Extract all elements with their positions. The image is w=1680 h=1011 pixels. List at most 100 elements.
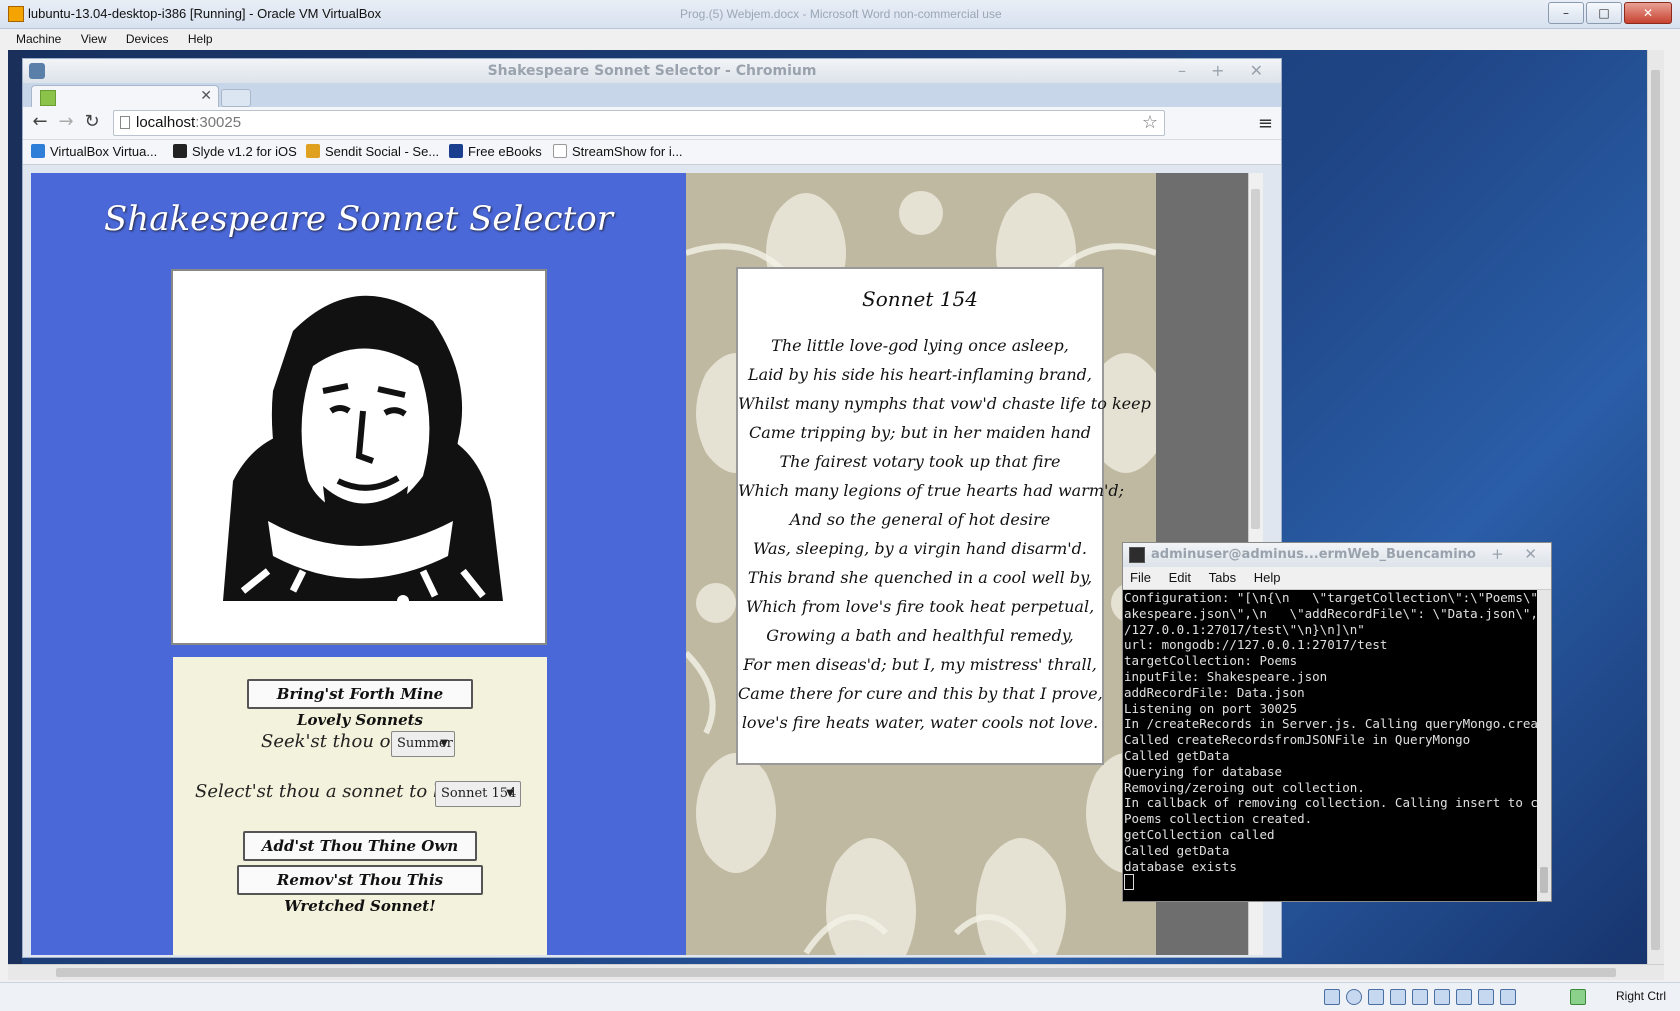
terminal-line: Removing/zeroing out collection.: [1124, 779, 1365, 795]
url-host: localhost: [136, 114, 196, 131]
terminal-line: Poems collection created.: [1124, 811, 1313, 827]
back-arrow-icon[interactable]: ←: [29, 111, 51, 133]
sonnet-line: Laid by his side his heart-inflaming bra…: [748, 365, 1092, 384]
chevron-down-icon: ▼: [506, 788, 514, 799]
terminal-menu-tabs[interactable]: Tabs: [1202, 567, 1243, 588]
ebooks-bookmark-icon: [449, 144, 463, 158]
bookmark-star-icon[interactable]: ☆: [1142, 112, 1158, 133]
chromium-titlebar: Shakespeare Sonnet Selector - Chromium –…: [23, 59, 1281, 83]
terminal-window[interactable]: adminuser@adminus...ermWeb_Buencamino – …: [1122, 542, 1552, 902]
chromium-window-controls[interactable]: – + ✕: [1178, 61, 1273, 80]
terminal-menubar: File Edit Tabs Help: [1123, 567, 1551, 590]
terminal-line: Called getData: [1124, 747, 1230, 763]
virtualbox-app-icon: [8, 6, 24, 22]
bring-sonnets-button[interactable]: Bring'st Forth Mine Lovely Sonnets: [247, 679, 473, 729]
sonnet-line: Came there for cure and this by that I p…: [738, 684, 1103, 703]
page-scrollbar-thumb[interactable]: [1251, 189, 1260, 529]
tab-strip: ✕: [23, 83, 1281, 108]
maximize-button[interactable]: □: [1586, 2, 1622, 24]
video-capture-icon[interactable]: [1456, 989, 1472, 1005]
browser-toolbar: ← → ↻ localhost:30025 ☆ ≡: [23, 107, 1281, 140]
network-icon[interactable]: [1390, 989, 1406, 1005]
chromium-title: Shakespeare Sonnet Selector - Chromium: [487, 63, 817, 79]
terminal-scrollbar[interactable]: [1537, 590, 1551, 901]
virtualbox-statusbar: Right Ctrl: [0, 982, 1680, 1011]
terminal-menu-help[interactable]: Help: [1247, 567, 1288, 588]
terminal-line: /127.0.0.1:27017/test\"\n}\n]\n": [1124, 621, 1365, 637]
host-key-label: Right Ctrl: [1615, 989, 1666, 1003]
guest-vertical-scrollbar[interactable]: [1647, 50, 1664, 966]
bookmark-virtualbox[interactable]: VirtualBox Virtua...: [31, 144, 157, 159]
sonnet-title: Sonnet 154: [862, 287, 978, 311]
forward-arrow-icon[interactable]: →: [55, 111, 77, 133]
terminal-title: adminuser@adminus...ermWeb_Buencamino: [1151, 547, 1476, 562]
terminal-line: Called getData: [1124, 842, 1230, 858]
shakespeare-portrait-image: [171, 269, 547, 645]
terminal-prompt[interactable]: [1124, 874, 1537, 891]
terminal-window-controls[interactable]: – + ✕: [1463, 545, 1545, 563]
chrome-menu-icon[interactable]: ≡: [1258, 113, 1273, 134]
document-bookmark-icon: [553, 144, 567, 158]
sonnet-line: love's fire heats water, water cools not…: [741, 713, 1099, 732]
sonnet-line: Was, sleeping, by a virgin hand disarm'd…: [753, 539, 1087, 558]
terminal-titlebar: adminuser@adminus...ermWeb_Buencamino – …: [1123, 543, 1551, 567]
display-icon[interactable]: [1434, 989, 1450, 1005]
guest-display[interactable]: Shakespeare Sonnet Selector - Chromium –…: [8, 50, 1664, 980]
menu-devices[interactable]: Devices: [118, 29, 177, 49]
page-icon: [120, 116, 130, 129]
shared-folders-icon[interactable]: [1412, 989, 1428, 1005]
terminal-line: In /createRecords in Server.js. Calling …: [1124, 716, 1537, 732]
sonnet-select[interactable]: Sonnet 154 ▼: [435, 781, 521, 807]
tab-close-icon[interactable]: ✕: [200, 88, 212, 104]
terminal-app-icon: [1129, 547, 1145, 563]
menu-view[interactable]: View: [73, 29, 115, 49]
keyboard-capture-icon[interactable]: [1570, 989, 1586, 1005]
reload-icon[interactable]: ↻: [81, 111, 103, 133]
sonnet-line: Whilst many nymphs that vow'd chaste lif…: [738, 394, 1151, 413]
menu-machine[interactable]: Machine: [8, 29, 69, 49]
terminal-line: Called createRecordsfromJSONFile in Quer…: [1124, 732, 1471, 748]
virtualbox-title: lubuntu-13.04-desktop-i386 [Running] - O…: [28, 6, 382, 21]
guest-horizontal-scrollbar-thumb[interactable]: [56, 968, 1616, 977]
terminal-scrollbar-thumb[interactable]: [1540, 867, 1548, 893]
sonnet-card: Sonnet 154 The little love-god lying onc…: [736, 267, 1151, 765]
sonnet-line: For men diseas'd; but I, my mistress' th…: [743, 655, 1097, 674]
season-select[interactable]: Summer ▼: [391, 731, 455, 757]
guest-vertical-scrollbar-thumb[interactable]: [1651, 70, 1660, 950]
usb-icon[interactable]: [1368, 989, 1384, 1005]
new-tab-button[interactable]: [221, 89, 251, 107]
terminal-line: akespeare.json\",\n \"addRecordFile\": \…: [1124, 605, 1537, 621]
sonnet-line: Came tripping by; but in her maiden hand: [748, 423, 1092, 442]
address-bar[interactable]: localhost:30025 ☆: [113, 110, 1165, 136]
add-sonnet-button[interactable]: Add'st Thou Thine Own Fair Sonnet: [243, 831, 477, 881]
terminal-menu-file[interactable]: File: [1123, 567, 1158, 588]
close-button[interactable]: ✕: [1624, 2, 1672, 24]
hard-disk-icon[interactable]: [1324, 989, 1340, 1005]
url-port: :30025: [195, 114, 242, 131]
tab-favicon-icon: [40, 90, 56, 106]
terminal-line: Listening on port 30025: [1124, 700, 1298, 716]
optical-drive-icon[interactable]: [1346, 989, 1362, 1005]
guest-horizontal-scrollbar[interactable]: [8, 964, 1664, 980]
terminal-line: database exists: [1124, 858, 1237, 874]
browser-tab[interactable]: ✕: [31, 85, 219, 108]
cpu-icon[interactable]: [1478, 989, 1494, 1005]
mouse-integration-icon[interactable]: [1500, 989, 1516, 1005]
page-viewport[interactable]: Shakespeare Sonnet Selector Bring'st For…: [31, 173, 1263, 955]
bookmark-sendit[interactable]: Sendit Social - Se...: [306, 144, 439, 159]
terminal-line: url: mongodb://127.0.0.1:27017/test: [1124, 637, 1388, 653]
bookmark-free-ebooks[interactable]: Free eBooks: [449, 144, 542, 159]
guest-desktop-edge: [8, 50, 22, 980]
terminal-line: In callback of removing collection. Call…: [1124, 795, 1537, 811]
background-window-title: Prog.(5) Webjem.docx - Microsoft Word no…: [680, 7, 1002, 21]
bookmarks-bar: VirtualBox Virtua... Slyde v1.2 for iOS …: [23, 140, 1281, 165]
terminal-menu-edit[interactable]: Edit: [1162, 567, 1198, 588]
minimize-button[interactable]: –: [1548, 2, 1584, 24]
bookmark-streamshow[interactable]: StreamShow for i...: [553, 144, 683, 159]
remove-sonnet-button[interactable]: Remov'st Thou This Wretched Sonnet!: [237, 865, 483, 915]
terminal-output[interactable]: Configuration: "[\n{\n \"targetCollectio…: [1123, 590, 1537, 901]
bookmark-slyde[interactable]: Slyde v1.2 for iOS: [173, 144, 297, 159]
menu-help[interactable]: Help: [180, 29, 221, 49]
chromium-window: Shakespeare Sonnet Selector - Chromium –…: [22, 58, 1282, 958]
terminal-line: inputFile: Shakespeare.json: [1124, 668, 1328, 684]
